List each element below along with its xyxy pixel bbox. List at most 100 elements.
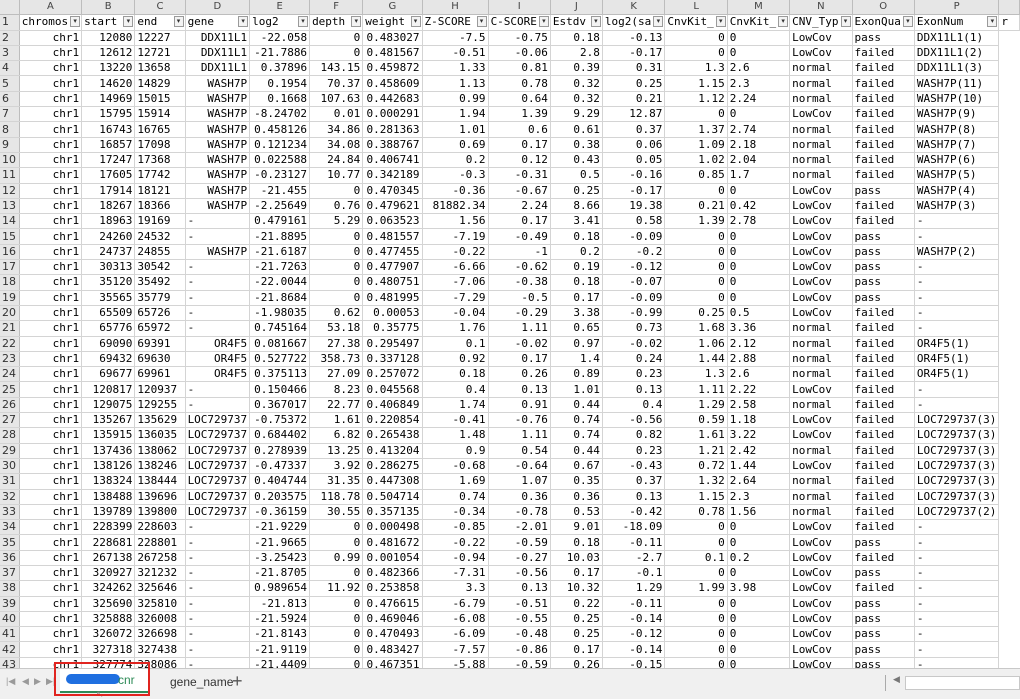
- table-cell[interactable]: 0: [309, 626, 364, 643]
- table-cell[interactable]: chr1: [19, 336, 83, 352]
- table-cell[interactable]: chr1: [19, 381, 83, 398]
- table-cell[interactable]: LOC729737(3): [914, 412, 1000, 429]
- table-cell[interactable]: 0.23: [602, 443, 666, 459]
- table-cell[interactable]: -21.9229: [249, 519, 311, 536]
- row-number[interactable]: 27: [0, 412, 20, 429]
- table-cell[interactable]: 0.483427: [362, 641, 423, 658]
- table-cell[interactable]: -0.3: [422, 167, 489, 184]
- table-cell[interactable]: 228681: [81, 534, 136, 551]
- table-cell[interactable]: 2.3: [727, 75, 791, 92]
- table-cell[interactable]: -0.86: [488, 641, 551, 658]
- table-cell[interactable]: 2.74: [727, 121, 791, 138]
- table-cell[interactable]: 0: [727, 228, 791, 245]
- table-cell[interactable]: -7.29: [422, 290, 489, 306]
- table-cell[interactable]: 0.81: [488, 60, 551, 77]
- table-cell[interactable]: 17914: [81, 183, 136, 199]
- table-cell[interactable]: 69391: [134, 336, 186, 352]
- table-cell[interactable]: chr1: [19, 427, 83, 444]
- table-cell[interactable]: 0.481557: [362, 228, 423, 245]
- table-cell[interactable]: 0: [727, 45, 791, 62]
- table-cell[interactable]: 69961: [134, 366, 186, 383]
- table-cell[interactable]: -: [914, 305, 1000, 322]
- table-cell[interactable]: 65726: [134, 305, 186, 322]
- table-cell[interactable]: 27.38: [309, 336, 364, 352]
- column-title-15[interactable]: ExonNum ▾: [914, 14, 1000, 31]
- table-cell[interactable]: normal: [789, 152, 853, 169]
- table-cell[interactable]: pass: [852, 596, 915, 612]
- table-cell[interactable]: LowCov: [789, 183, 853, 199]
- table-cell[interactable]: 0.21: [602, 91, 666, 108]
- table-cell[interactable]: chr1: [19, 30, 83, 46]
- table-cell[interactable]: chr1: [19, 489, 83, 505]
- table-cell[interactable]: 17605: [81, 167, 136, 184]
- table-cell[interactable]: 129255: [134, 397, 186, 414]
- table-cell[interactable]: 69432: [81, 351, 136, 368]
- table-cell[interactable]: 0.367017: [249, 397, 311, 414]
- table-cell[interactable]: 0.442683: [362, 91, 423, 108]
- table-cell[interactable]: -: [914, 550, 1000, 566]
- table-cell[interactable]: -0.29: [488, 305, 551, 322]
- table-cell[interactable]: 107.63: [309, 91, 364, 108]
- table-cell[interactable]: 0.00053: [362, 305, 423, 322]
- row-number[interactable]: 4: [0, 60, 20, 77]
- row-number[interactable]: 13: [0, 198, 20, 215]
- table-cell[interactable]: chr1: [19, 121, 83, 138]
- table-cell[interactable]: 0.53: [550, 504, 603, 521]
- table-cell[interactable]: -0.09: [602, 228, 666, 245]
- horizontal-scrollbar[interactable]: [905, 676, 1020, 690]
- table-cell[interactable]: 0.17: [550, 290, 603, 306]
- row-number[interactable]: 7: [0, 106, 20, 123]
- table-cell[interactable]: chr1: [19, 259, 83, 276]
- table-cell[interactable]: DDX11L1: [185, 60, 251, 77]
- table-cell[interactable]: 0: [664, 534, 728, 551]
- table-cell[interactable]: LOC729737: [185, 473, 251, 490]
- table-cell[interactable]: 0: [309, 228, 364, 245]
- table-cell[interactable]: 139696: [134, 489, 186, 505]
- table-cell[interactable]: -0.12: [602, 626, 666, 643]
- table-cell[interactable]: 320927: [81, 565, 136, 582]
- table-cell[interactable]: -: [185, 626, 251, 643]
- table-cell[interactable]: -0.09: [602, 290, 666, 306]
- table-cell[interactable]: 135267: [81, 412, 136, 429]
- table-cell[interactable]: 17742: [134, 167, 186, 184]
- table-cell[interactable]: 2.64: [727, 473, 791, 490]
- table-cell[interactable]: 0.36: [550, 489, 603, 505]
- row-number[interactable]: 19: [0, 290, 20, 306]
- table-cell[interactable]: failed: [852, 45, 915, 62]
- table-cell[interactable]: 0: [309, 519, 364, 536]
- table-cell[interactable]: 0.483027: [362, 30, 423, 46]
- table-cell[interactable]: 0.61: [550, 121, 603, 138]
- table-cell[interactable]: pass: [852, 244, 915, 261]
- table-cell[interactable]: 69630: [134, 351, 186, 368]
- table-cell[interactable]: 0.459872: [362, 60, 423, 77]
- table-cell[interactable]: 0: [727, 641, 791, 658]
- table-cell[interactable]: 0.78: [488, 75, 551, 92]
- table-cell[interactable]: 1.69: [422, 473, 489, 490]
- table-cell[interactable]: LowCov: [789, 412, 853, 429]
- table-cell[interactable]: 0: [664, 519, 728, 536]
- table-cell[interactable]: 1.11: [488, 320, 551, 337]
- table-cell[interactable]: 2.18: [727, 137, 791, 153]
- table-cell[interactable]: -1: [488, 244, 551, 261]
- table-cell[interactable]: 0.5: [550, 167, 603, 184]
- column-title-16[interactable]: r: [998, 14, 1020, 31]
- table-cell[interactable]: LOC729737(3): [914, 443, 1000, 459]
- table-cell[interactable]: 0.406741: [362, 152, 423, 169]
- table-cell[interactable]: 0.69: [422, 137, 489, 153]
- table-cell[interactable]: LOC729737(2): [914, 504, 1000, 521]
- table-cell[interactable]: chr1: [19, 274, 83, 291]
- sheet-tab-gene-name[interactable]: gene_name: [170, 675, 233, 689]
- table-cell[interactable]: -: [914, 534, 1000, 551]
- table-cell[interactable]: 30313: [81, 259, 136, 276]
- table-cell[interactable]: failed: [852, 152, 915, 169]
- table-cell[interactable]: normal: [789, 397, 853, 414]
- row-number[interactable]: 15: [0, 228, 20, 245]
- table-cell[interactable]: 0.458126: [249, 121, 311, 138]
- table-cell[interactable]: -0.1: [602, 565, 666, 582]
- table-cell[interactable]: 325810: [134, 596, 186, 612]
- row-number[interactable]: 3: [0, 45, 20, 62]
- column-title-6[interactable]: weight ▾: [362, 14, 423, 31]
- table-cell[interactable]: -0.55: [488, 611, 551, 628]
- table-cell[interactable]: 0.504714: [362, 489, 423, 505]
- table-cell[interactable]: failed: [852, 305, 915, 322]
